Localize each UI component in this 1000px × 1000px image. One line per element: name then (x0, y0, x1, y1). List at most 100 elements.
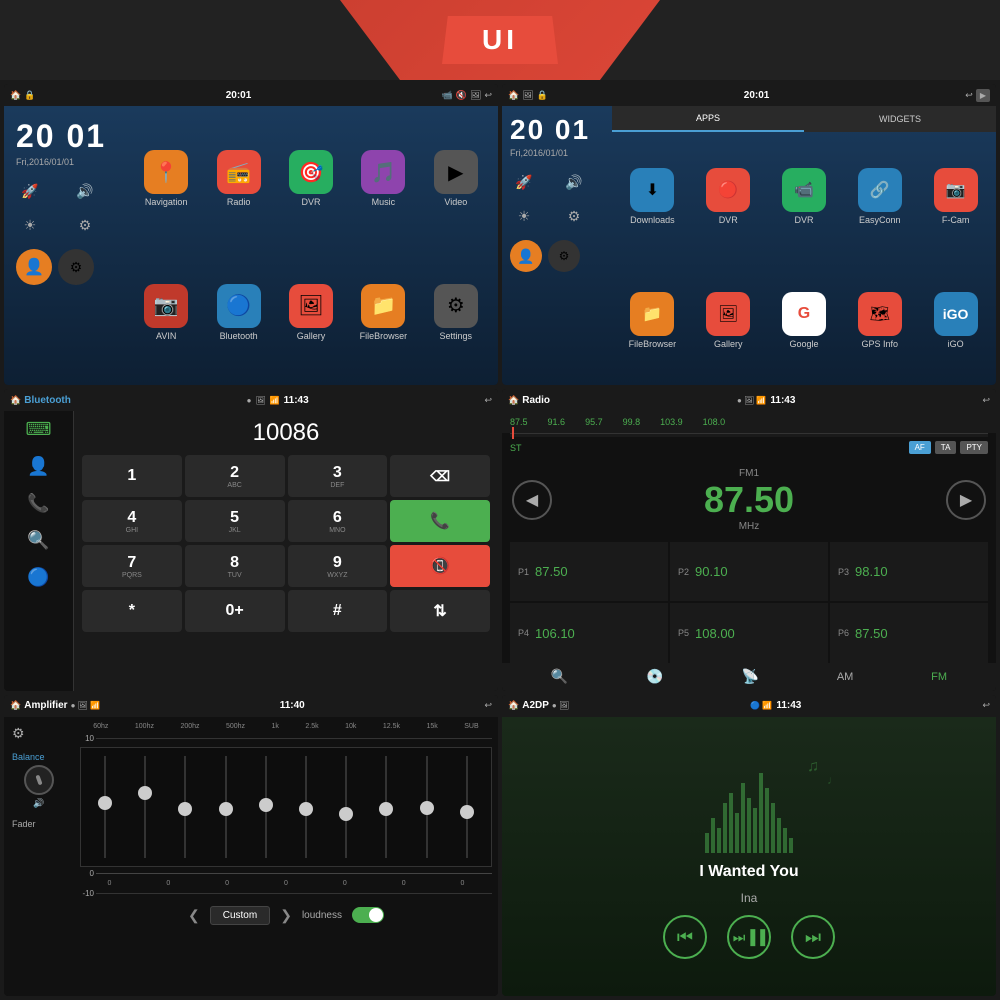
drawer-app-igo[interactable]: iGO iGO (919, 260, 992, 381)
profile-btn-s2[interactable]: 👤 (510, 240, 542, 272)
eq-prev-preset[interactable]: ❮ (188, 907, 200, 924)
eq-zero-6: 0 (402, 880, 406, 887)
eq-preset-custom[interactable]: Custom (210, 906, 270, 925)
dial-key-1[interactable]: 1 (82, 455, 182, 497)
drawer-app-gpsinfo[interactable]: 🗺 GPS Info (843, 260, 916, 381)
radio-preset-p5[interactable]: P5 108.00 (670, 603, 828, 662)
radio-preset-p1[interactable]: P1 87.50 (510, 542, 668, 601)
app-navigation[interactable]: 📍 Navigation (132, 114, 200, 244)
radio-am-btn[interactable]: AM (837, 671, 854, 683)
quick-icon-vol-s2[interactable]: 🔊 (560, 168, 588, 196)
drawer-app-gallery[interactable]: 🖼 Gallery (692, 260, 765, 381)
radio-antenna-btn[interactable]: 📡 (742, 668, 759, 685)
app-settings[interactable]: ⚙ Settings (422, 248, 490, 378)
freq-95: 95.7 (585, 417, 603, 427)
eq-balance-knob[interactable] (24, 765, 54, 795)
quick-icon-bright-s2[interactable]: ☀ (510, 202, 538, 230)
quick-icon-settings2[interactable]: ⚙ (71, 211, 99, 239)
eq-handle-4[interactable] (219, 802, 233, 816)
dial-key-8[interactable]: 8TUV (185, 545, 285, 587)
call-log-icon[interactable]: 📞 (27, 493, 49, 514)
radio-fm-btn[interactable]: FM (931, 671, 947, 683)
radio-preset-p6[interactable]: P6 87.50 (830, 603, 988, 662)
eq-db-10: 10 (80, 734, 94, 743)
drawer-app-google[interactable]: G Google (768, 260, 841, 381)
eq-handle-10[interactable] (460, 805, 474, 819)
bt-settings-icon[interactable]: 🔵 (27, 567, 49, 588)
drawer-app-dvr1[interactable]: 🔴 DVR (692, 136, 765, 257)
eq-handle-9[interactable] (420, 801, 434, 815)
tab-widgets[interactable]: WIDGETS (804, 106, 996, 132)
dial-key-transfer[interactable]: ⇅ (390, 590, 490, 632)
bt-title-label: Bluetooth (24, 395, 71, 406)
eq-track-6 (296, 756, 316, 858)
dial-key-call[interactable]: 📞 (390, 500, 490, 542)
dial-key-6[interactable]: 6MNO (288, 500, 388, 542)
app-radio[interactable]: 📻 Radio (204, 114, 272, 244)
apps-btn-s2[interactable]: ⚙ (548, 240, 580, 272)
radio-preset-p2[interactable]: P2 90.10 (670, 542, 828, 601)
radio-preset-p4[interactable]: P4 106.10 (510, 603, 668, 662)
app-video[interactable]: ▶ Video (422, 114, 490, 244)
radio-disc-btn[interactable]: 💿 (646, 668, 663, 685)
eq-zero-5: 0 (343, 880, 347, 887)
pty-btn[interactable]: PTY (960, 441, 988, 454)
quick-icon-rocket[interactable]: 🚀 (16, 177, 44, 205)
eq-handle-1[interactable] (98, 796, 112, 810)
drawer-app-fcam[interactable]: 📷 F-Cam (919, 136, 992, 257)
drawer-app-downloads[interactable]: ⬇ Downloads (616, 136, 689, 257)
profile-btn[interactable]: 👤 (16, 249, 52, 285)
radio-search-btn[interactable]: 🔍 (551, 668, 568, 685)
music-next-btn[interactable]: ⏭ (791, 915, 835, 959)
dial-key-backspace[interactable]: ⌫ (390, 455, 490, 497)
app-gallery[interactable]: 🖼 Gallery (277, 248, 345, 378)
app-music[interactable]: 🎵 Music (349, 114, 417, 244)
music-prev-btn[interactable]: ⏮ (663, 915, 707, 959)
dial-key-9[interactable]: 9WXYZ (288, 545, 388, 587)
dial-key-4[interactable]: 4GHI (82, 500, 182, 542)
app-bluetooth[interactable]: 🔵 Bluetooth (204, 248, 272, 378)
dial-key-endcall[interactable]: 📵 (390, 545, 490, 587)
music-playpause-btn[interactable]: ⏭▐▐ (727, 915, 771, 959)
af-btn[interactable]: AF (909, 441, 931, 454)
dial-key-2[interactable]: 2ABC (185, 455, 285, 497)
dial-key-0[interactable]: 0+ (185, 590, 285, 632)
dial-key-3[interactable]: 3DEF (288, 455, 388, 497)
dial-key-5[interactable]: 5JKL (185, 500, 285, 542)
loudness-toggle[interactable] (352, 907, 384, 923)
ta-btn[interactable]: TA (935, 441, 957, 454)
quick-icon-set-s2[interactable]: ⚙ (560, 202, 588, 230)
dial-pad-icon[interactable]: ⌨ (26, 419, 52, 440)
eq-handle-7[interactable] (339, 807, 353, 821)
search-icon[interactable]: 🔍 (27, 530, 49, 551)
eq-handle-5[interactable] (259, 798, 273, 812)
quick-icon-volume[interactable]: 🔊 (71, 177, 99, 205)
eq-handle-6[interactable] (299, 802, 313, 816)
app-dvr[interactable]: 🎯 DVR (277, 114, 345, 244)
drawer-app-filebrowser[interactable]: 📁 FileBrowser (616, 260, 689, 381)
eq-handle-2[interactable] (138, 786, 152, 800)
radio-prev-btn[interactable]: ◀ (512, 480, 552, 520)
radio-next-btn[interactable]: ▶ (946, 480, 986, 520)
drawer-icon-gallery2: 🖼 (706, 292, 750, 336)
apps-btn[interactable]: ⚙ (58, 249, 94, 285)
radio-preset-p3[interactable]: P3 98.10 (830, 542, 988, 601)
app-avin[interactable]: 📷 AVIN (132, 248, 200, 378)
dial-key-7[interactable]: 7PQRS (82, 545, 182, 587)
dial-key-star[interactable]: * (82, 590, 182, 632)
store-icon-s2[interactable]: ▶ (976, 89, 990, 102)
contacts-icon[interactable]: 👤 (27, 456, 49, 477)
tab-apps[interactable]: APPS (612, 106, 804, 132)
screen-a2dp: 🏠 A2DP ● 🖼 🔵 📶 11:43 ↩ (502, 695, 996, 996)
eq-handle-8[interactable] (379, 802, 393, 816)
eq-next-preset[interactable]: ❯ (280, 907, 292, 924)
drawer-app-dvr2[interactable]: 📹 DVR (768, 136, 841, 257)
drawer-app-easyconn[interactable]: 🔗 EasyConn (843, 136, 916, 257)
header-title: UI (482, 24, 518, 55)
dial-key-hash[interactable]: # (288, 590, 388, 632)
eq-handle-3[interactable] (178, 802, 192, 816)
app-filebrowser[interactable]: 📁 FileBrowser (349, 248, 417, 378)
eq-track-9 (417, 756, 437, 858)
quick-icon-brightness[interactable]: ☀ (16, 211, 44, 239)
quick-icon-rocket-s2[interactable]: 🚀 (510, 168, 538, 196)
